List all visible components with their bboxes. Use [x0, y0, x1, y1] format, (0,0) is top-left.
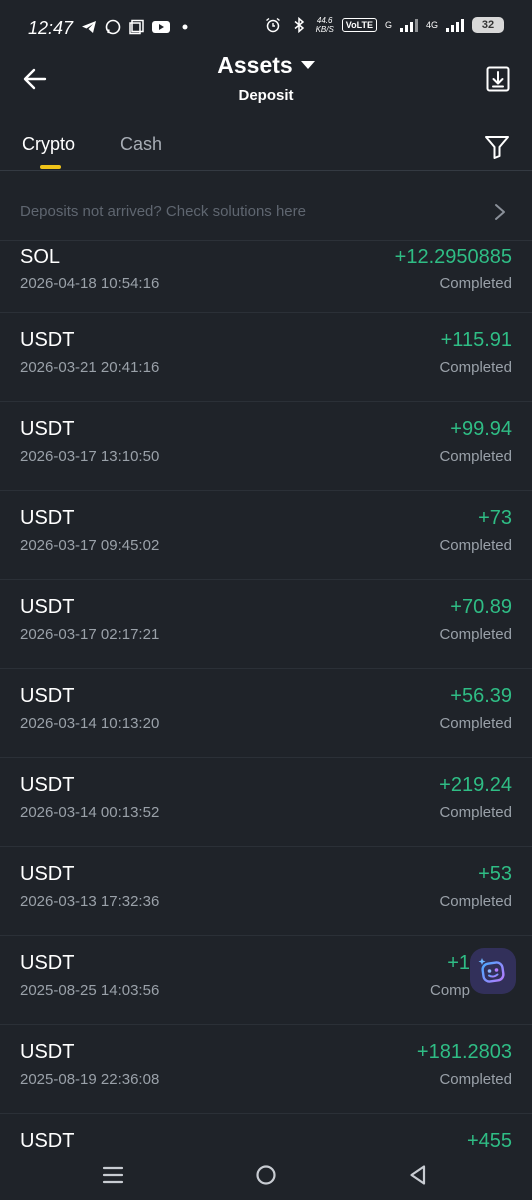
deposit-time: 2026-03-17 13:10:50: [20, 448, 160, 465]
deposit-status: Completed: [439, 359, 512, 376]
network-speed-unit: KB/S: [315, 25, 334, 34]
list-item[interactable]: USDT 2026-03-17 13:10:50 +99.94 Complete…: [0, 402, 532, 491]
list-item[interactable]: USDT 2026-03-17 09:45:02 +73 Completed: [0, 491, 532, 580]
battery-indicator: 32: [472, 17, 504, 33]
bluetooth-icon: [290, 16, 308, 34]
deposit-time: 2026-03-17 02:17:21: [20, 626, 160, 643]
youtube-icon: [152, 18, 170, 36]
list-item[interactable]: SOL 2026-04-18 10:54:16 +12.2950885 Comp…: [0, 241, 532, 313]
deposit-amount: +115.91: [440, 329, 512, 351]
page-subtitle: Deposit: [238, 87, 294, 104]
deposit-status: Completed: [439, 275, 512, 292]
status-system-icons: 44.6 KB/S VoLTE G 4G 32: [264, 16, 504, 34]
deposit-amount: +219.24: [439, 774, 512, 796]
deposit-time: 2026-04-18 10:54:16: [20, 275, 160, 292]
header: Assets Deposit: [0, 48, 532, 108]
network-speed: 44.6 KB/S: [316, 16, 334, 34]
list-item[interactable]: USDT 2026-03-14 10:13:20 +56.39 Complete…: [0, 669, 532, 758]
page-title-group[interactable]: Assets Deposit: [0, 52, 532, 104]
recent-apps-button[interactable]: [100, 1162, 126, 1188]
deposit-status: Completed: [439, 804, 512, 821]
telegram-icon: [80, 18, 98, 36]
system-back-button[interactable]: [405, 1162, 431, 1188]
caret-down-icon[interactable]: [300, 61, 315, 69]
deposit-time: 2026-03-14 00:13:52: [20, 804, 160, 821]
menu-icon: [102, 1166, 124, 1184]
list-item[interactable]: USDT 2026-03-13 17:32:36 +53 Completed: [0, 847, 532, 936]
deposit-status: Completed: [439, 1071, 512, 1088]
deposit-status: Comp: [429, 982, 470, 999]
tab-crypto[interactable]: Crypto: [22, 134, 75, 155]
deposit-status: Completed: [439, 448, 512, 465]
tab-bar: Crypto Cash: [0, 122, 532, 171]
deposit-amount: +99.94: [450, 418, 512, 440]
list-item[interactable]: USDT 2026-03-21 20:41:16 +115.91 Complet…: [0, 313, 532, 402]
list-item[interactable]: USDT 2026-03-17 02:17:21 +70.89 Complete…: [0, 580, 532, 669]
list-item[interactable]: USDT 2025-08-19 22:36:08 +181.2803 Compl…: [0, 1025, 532, 1114]
deposit-time: 2026-03-21 20:41:16: [20, 359, 160, 376]
chevron-right-icon: [495, 204, 505, 220]
home-circle-icon: [256, 1165, 276, 1185]
deposit-status: Completed: [439, 893, 512, 910]
download-button[interactable]: [486, 66, 510, 92]
coin-name: USDT: [20, 952, 75, 974]
page-title[interactable]: Assets: [217, 52, 292, 78]
home-button[interactable]: [253, 1162, 279, 1188]
coin-name: USDT: [20, 329, 75, 351]
deposit-time: 2026-03-17 09:45:02: [20, 537, 160, 554]
ai-assistant-icon: [478, 958, 505, 983]
deposit-amount: +1: [447, 952, 470, 974]
signal-2-icon: [446, 18, 464, 32]
filter-button[interactable]: [484, 134, 510, 160]
signal-1-icon: [399, 18, 418, 32]
deposit-help-notice[interactable]: Deposits not arrived? Check solutions he…: [0, 185, 532, 241]
deposit-amount: +73: [478, 507, 512, 529]
deposit-status: Completed: [439, 537, 512, 554]
coin-name: USDT: [20, 596, 75, 618]
volte-badge: VoLTE: [341, 18, 377, 32]
coin-name: USDT: [20, 685, 75, 707]
system-nav-bar: [0, 1150, 532, 1200]
back-triangle-icon: [410, 1165, 426, 1185]
deposit-time: 2025-08-25 14:03:56: [20, 982, 160, 999]
network-type-1: G: [384, 20, 392, 30]
coin-name: USDT: [20, 863, 75, 885]
deposit-time: 2026-03-13 17:32:36: [20, 893, 160, 910]
more-dot-icon: [176, 18, 194, 36]
deposit-amount: +53: [478, 863, 512, 885]
deposit-time: 2026-03-14 10:13:20: [20, 715, 160, 732]
list-item[interactable]: USDT 2026-03-14 00:13:52 +219.24 Complet…: [0, 758, 532, 847]
download-icon: [486, 66, 510, 92]
coin-name: USDT: [20, 1041, 75, 1063]
deposit-amount: +70.89: [450, 596, 512, 618]
list-item[interactable]: USDT 2025-08-25 14:03:56 +1 Comp: [0, 936, 532, 1025]
deposit-status: Completed: [439, 626, 512, 643]
coin-name: USDT: [20, 774, 75, 796]
network-type-2: 4G: [425, 20, 438, 30]
whatsapp-icon: [104, 18, 122, 36]
notice-text[interactable]: Deposits not arrived? Check solutions he…: [20, 203, 306, 220]
status-notification-icons: [80, 18, 194, 36]
deposit-time: 2025-08-19 22:36:08: [20, 1071, 160, 1088]
coin-name: USDT: [20, 507, 75, 529]
deposit-list[interactable]: SOL 2026-04-18 10:54:16 +12.2950885 Comp…: [0, 241, 532, 1156]
gallery-icon: [128, 18, 146, 36]
alarm-icon: [264, 16, 282, 34]
deposit-amount: +56.39: [450, 685, 512, 707]
ai-assistant-button[interactable]: [470, 948, 516, 994]
active-tab-indicator: [40, 165, 61, 169]
deposit-amount: +12.2950885: [394, 246, 512, 268]
deposit-amount: +181.2803: [416, 1041, 512, 1063]
status-time: 12:47: [28, 18, 74, 38]
coin-name: SOL: [20, 246, 61, 268]
tab-cash[interactable]: Cash: [120, 134, 162, 155]
coin-name: USDT: [20, 418, 75, 440]
filter-icon: [485, 136, 509, 159]
network-speed-value: 44.6: [316, 16, 333, 25]
deposit-status: Completed: [439, 715, 512, 732]
